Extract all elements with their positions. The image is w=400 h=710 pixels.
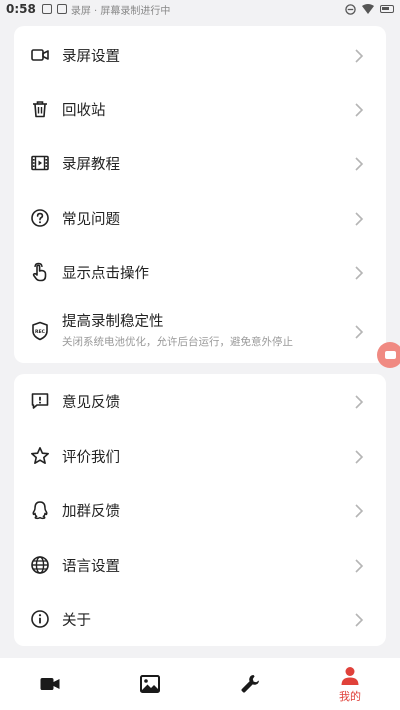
battery-icon	[380, 5, 394, 13]
menu-item-stability[interactable]: REC 提高录制稳定性 关闭系统电池优化，允许后台运行，避免意外停止	[14, 304, 386, 358]
chevron-right-icon	[354, 324, 364, 339]
tap-hand-icon	[30, 262, 50, 282]
floating-record-button[interactable]	[377, 342, 400, 368]
nav-tab-label: 我的	[339, 689, 361, 703]
menu-item-label: 语言设置	[62, 558, 120, 575]
settings-card-main: 录屏设置 回收站 录屏教程 常见问题 显示点击操作 REC 提高录制稳定性 关闭…	[14, 26, 386, 363]
menu-item-recycle-bin[interactable]: 回收站	[14, 82, 386, 136]
chevron-right-icon	[354, 394, 364, 409]
menu-item-label: 录屏设置	[62, 48, 120, 65]
video-camera-icon	[40, 678, 60, 690]
chevron-right-icon	[354, 211, 364, 226]
film-icon	[30, 153, 50, 173]
chevron-right-icon	[354, 102, 364, 117]
status-time: 0:58	[6, 2, 36, 16]
menu-item-join-group[interactable]: 加群反馈	[14, 483, 386, 537]
video-camera-icon	[30, 45, 50, 65]
menu-item-label: 评价我们	[62, 449, 120, 466]
person-icon	[341, 666, 359, 685]
chevron-right-icon	[354, 265, 364, 280]
rec-shield-icon: REC	[30, 321, 50, 341]
menu-item-label: 提高录制稳定性	[62, 314, 164, 330]
status-right-icons	[345, 3, 394, 15]
menu-item-label: 回收站	[62, 102, 106, 119]
menu-item-about[interactable]: 关于	[14, 592, 386, 646]
settings-card-support: 意见反馈 评价我们 加群反馈 语言设置 关于	[14, 374, 386, 646]
notification-icon	[56, 4, 67, 14]
menu-item-faq[interactable]: 常见问题	[14, 191, 386, 245]
menu-item-label: 显示点击操作	[62, 265, 149, 282]
svg-text:REC: REC	[35, 329, 46, 335]
nav-tab-record[interactable]	[0, 658, 100, 710]
menu-item-label: 加群反馈	[62, 503, 120, 520]
image-icon	[140, 675, 160, 693]
nav-tab-profile[interactable]: 我的	[300, 658, 400, 710]
menu-item-label: 录屏教程	[62, 156, 120, 173]
chevron-right-icon	[354, 156, 364, 171]
menu-item-label: 关于	[62, 612, 91, 629]
chevron-right-icon	[354, 558, 364, 573]
chevron-right-icon	[354, 449, 364, 464]
qq-icon	[30, 500, 50, 520]
feedback-icon	[30, 391, 50, 411]
menu-item-text: 提高录制稳定性 关闭系统电池优化，允许后台运行，避免意外停止	[62, 310, 293, 349]
menu-item-label: 常见问题	[62, 211, 120, 228]
menu-item-language[interactable]: 语言设置	[14, 538, 386, 592]
wrench-icon	[241, 675, 259, 693]
dnd-icon	[345, 3, 356, 15]
nav-tab-gallery[interactable]	[100, 658, 200, 710]
star-icon	[30, 446, 50, 466]
nav-tab-tools[interactable]	[200, 658, 300, 710]
wifi-icon	[362, 4, 374, 14]
chevron-right-icon	[354, 48, 364, 63]
menu-item-subtitle: 关闭系统电池优化，允许后台运行，避免意外停止	[62, 336, 293, 348]
menu-item-rate-us[interactable]: 评价我们	[14, 429, 386, 483]
info-icon	[30, 609, 50, 629]
menu-item-feedback[interactable]: 意见反馈	[14, 374, 386, 428]
menu-item-show-taps[interactable]: 显示点击操作	[14, 245, 386, 299]
chevron-right-icon	[354, 503, 364, 518]
status-bar: 0:58 录屏 · 屏幕录制进行中	[0, 0, 400, 18]
trash-icon	[30, 99, 50, 119]
menu-item-record-settings[interactable]: 录屏设置	[14, 28, 386, 82]
question-circle-icon	[30, 208, 50, 228]
globe-icon	[30, 555, 50, 575]
status-notification-icons	[41, 4, 67, 14]
chevron-right-icon	[354, 612, 364, 627]
notification-icon	[41, 4, 52, 14]
status-notification-text: 录屏 · 屏幕录制进行中	[70, 5, 171, 17]
record-icon	[384, 351, 396, 359]
menu-item-label: 意见反馈	[62, 394, 120, 411]
bottom-navigation: 我的	[0, 658, 400, 710]
menu-item-tutorial[interactable]: 录屏教程	[14, 136, 386, 190]
